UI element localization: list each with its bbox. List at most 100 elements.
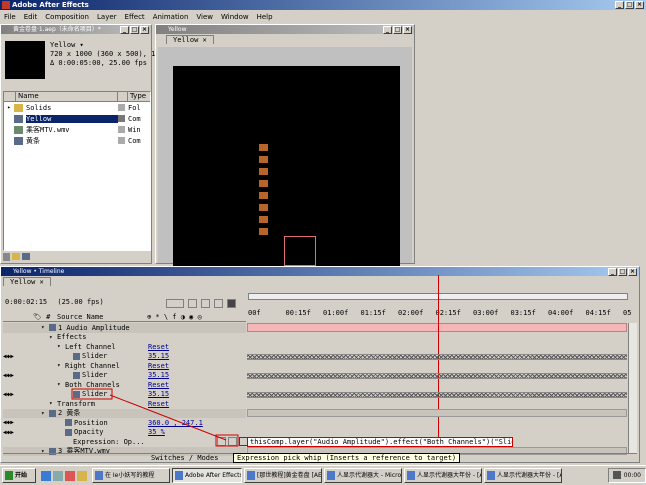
menu-view[interactable]: View bbox=[192, 13, 217, 21]
property-value[interactable]: 35.15 bbox=[148, 371, 169, 381]
expression-graph-icon[interactable] bbox=[228, 437, 237, 446]
menu-layer[interactable]: Layer bbox=[93, 13, 121, 21]
comp-tab[interactable]: Yellow ✕ bbox=[166, 35, 214, 44]
twirl-arrow-icon[interactable]: ▾ bbox=[57, 362, 65, 369]
expand-arrow-icon[interactable]: ▸ bbox=[4, 104, 14, 111]
menu-composition[interactable]: Composition bbox=[41, 13, 93, 21]
twirl-arrow-icon[interactable]: ▾ bbox=[41, 410, 49, 417]
reset-link[interactable]: Reset bbox=[148, 380, 169, 390]
marker-icon[interactable] bbox=[227, 299, 236, 308]
property-value[interactable]: 35 % bbox=[148, 428, 165, 438]
twirl-arrow-icon[interactable]: ▾ bbox=[57, 381, 65, 388]
minimize-button[interactable]: _ bbox=[615, 1, 624, 9]
menu-window[interactable]: Window bbox=[217, 13, 253, 21]
property-row[interactable]: ▾ Left Channel bbox=[3, 342, 246, 352]
keyframe-nav-icon[interactable]: ◀◆▶ bbox=[3, 391, 25, 398]
timeline-tab[interactable]: Yellow ✕ bbox=[3, 277, 51, 286]
timeline-minimize-button[interactable]: _ bbox=[608, 268, 617, 276]
twirl-arrow-icon[interactable]: ▾ bbox=[41, 324, 49, 331]
comp-name[interactable]: Yellow ▾ bbox=[50, 41, 155, 50]
reset-link[interactable]: Reset bbox=[148, 342, 169, 352]
taskbar-button[interactable]: 人显示代谢器大年份 - [AE... bbox=[404, 468, 482, 483]
timeline-maximize-button[interactable]: □ bbox=[618, 268, 627, 276]
tray-icon[interactable] bbox=[612, 471, 621, 479]
project-item[interactable]: ▸ Solids Fol bbox=[4, 102, 150, 113]
property-row[interactable]: ◀◆▶ Slider bbox=[3, 352, 246, 362]
project-minimize-button[interactable]: _ bbox=[120, 26, 129, 34]
layer-row[interactable]: ▾ 2 黄条 bbox=[3, 408, 246, 418]
project-item[interactable]: 黄条 Com bbox=[4, 135, 150, 146]
frame-blend-icon[interactable] bbox=[201, 299, 210, 308]
project-item[interactable]: Yellow Com bbox=[4, 113, 150, 124]
start-button[interactable]: 开始 bbox=[2, 468, 36, 483]
expression-field[interactable]: thisComp.layer("Audio Amplitude").effect… bbox=[247, 437, 513, 447]
taskbar-button[interactable]: Adobe After Effects bbox=[172, 468, 242, 483]
layer-duration-bar[interactable] bbox=[247, 408, 627, 417]
timeline-close-button[interactable]: × bbox=[628, 268, 637, 276]
property-row[interactable]: ◀◆▶ Slider bbox=[3, 371, 246, 381]
comp-maximize-button[interactable]: □ bbox=[393, 26, 402, 34]
keyframe-nav-icon[interactable]: ◀◆▶ bbox=[3, 353, 25, 360]
ie-icon[interactable] bbox=[41, 470, 51, 481]
property-row[interactable]: Expression: Op... bbox=[3, 437, 246, 447]
keyframe-nav-icon[interactable]: ◀◆▶ bbox=[3, 372, 25, 379]
property-row[interactable]: ◀◆▶ Slider bbox=[3, 390, 246, 400]
expression-enable-icon[interactable] bbox=[217, 437, 226, 446]
column-type[interactable]: Type bbox=[128, 92, 146, 101]
menu-file[interactable]: File bbox=[0, 13, 20, 21]
desktop-icon[interactable] bbox=[53, 470, 63, 481]
comp-icon[interactable] bbox=[22, 253, 30, 260]
folder-quick-icon[interactable] bbox=[77, 470, 87, 481]
comp-minimize-button[interactable]: _ bbox=[383, 26, 392, 34]
source-name-header[interactable]: Source Name bbox=[57, 313, 147, 321]
timeline-scrollbar[interactable] bbox=[628, 323, 637, 453]
current-time-marker[interactable] bbox=[438, 275, 439, 453]
project-item[interactable]: 乘客MTV.wmv Win bbox=[4, 124, 150, 135]
keyframe-nav-icon[interactable]: ◀◆▶ bbox=[3, 419, 25, 426]
property-row[interactable]: ◀◆▶ Position bbox=[3, 418, 246, 428]
trash-icon[interactable] bbox=[3, 253, 10, 261]
media-icon[interactable] bbox=[65, 470, 75, 481]
taskbar-button[interactable]: [那世教程]黄金卷盘 [AE... bbox=[244, 468, 322, 483]
project-maximize-button[interactable]: □ bbox=[130, 26, 139, 34]
comp-marker-icon[interactable] bbox=[166, 299, 184, 308]
property-row[interactable]: ▾ Effects bbox=[3, 333, 246, 343]
property-value[interactable]: 360.0 , 247.1 bbox=[148, 418, 203, 428]
keyframe-nav-icon[interactable]: ◀◆▶ bbox=[3, 429, 25, 436]
reset-link[interactable]: Reset bbox=[148, 399, 169, 409]
menu-effect[interactable]: Effect bbox=[121, 13, 149, 21]
property-value[interactable]: 35.15 bbox=[148, 390, 169, 400]
motion-blur-icon[interactable] bbox=[214, 299, 223, 308]
column-name[interactable]: Name bbox=[16, 92, 118, 101]
reset-link[interactable]: Reset bbox=[148, 361, 169, 371]
property-row[interactable]: ◀◆▶ Opacity bbox=[3, 428, 246, 438]
twirl-arrow-icon[interactable]: ▾ bbox=[49, 334, 57, 341]
menu-help[interactable]: Help bbox=[253, 13, 277, 21]
twirl-arrow-icon[interactable]: ▾ bbox=[57, 343, 65, 350]
selection-box[interactable] bbox=[284, 236, 316, 266]
comp-canvas[interactable] bbox=[173, 66, 400, 266]
keyframe-track[interactable] bbox=[247, 353, 627, 360]
project-close-button[interactable]: × bbox=[140, 26, 149, 34]
layer-row[interactable]: ▾ 1 Audio Amplitude bbox=[3, 323, 246, 333]
time-ruler[interactable]: 00f 00:15f 01:00f 01:15f 02:00f 02:15f 03:00f 0… bbox=[248, 293, 632, 319]
menu-animation[interactable]: Animation bbox=[149, 13, 193, 21]
keyframe-track[interactable] bbox=[247, 372, 627, 379]
property-row[interactable]: ▾ Both Channels bbox=[3, 380, 246, 390]
taskbar-button[interactable]: 人显示代谢器大 - Microsoft ... bbox=[324, 468, 402, 483]
shy-icon[interactable] bbox=[188, 299, 197, 308]
property-value[interactable]: 35.15 bbox=[148, 352, 169, 362]
taskbar-button[interactable]: 人显示代谢器大年份 - [AE... bbox=[484, 468, 562, 483]
taskbar-button[interactable]: 在 Ie小妖写的教程 bbox=[92, 468, 170, 483]
keyframe-track[interactable] bbox=[247, 391, 627, 398]
menu-edit[interactable]: Edit bbox=[20, 13, 42, 21]
property-row[interactable]: ▾ Transform bbox=[3, 399, 246, 409]
property-row[interactable]: ▾ Right Channel bbox=[3, 361, 246, 371]
folder-icon[interactable] bbox=[12, 253, 20, 260]
switches-modes-button[interactable]: Switches / Modes bbox=[151, 454, 218, 462]
twirl-arrow-icon[interactable]: ▾ bbox=[49, 400, 57, 407]
maximize-button[interactable]: □ bbox=[625, 1, 634, 9]
comp-close-button[interactable]: × bbox=[403, 26, 412, 34]
close-button[interactable]: × bbox=[635, 1, 644, 9]
current-time[interactable]: 0:00:02:15 bbox=[5, 298, 47, 306]
